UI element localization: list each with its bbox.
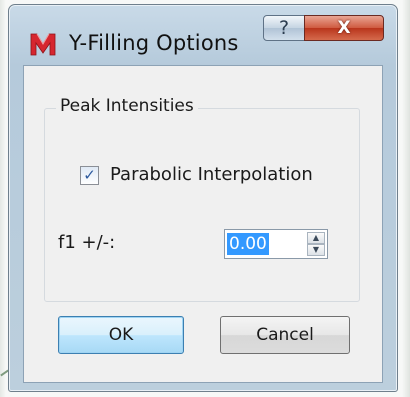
peak-intensities-group <box>44 108 360 302</box>
f1-spinbox[interactable]: 0.00 ▲ ▼ <box>224 229 328 259</box>
help-button[interactable]: ? <box>263 15 305 41</box>
background-edge-left <box>0 0 6 397</box>
checkmark-icon: ✓ <box>83 166 96 184</box>
parabolic-interpolation-checkbox[interactable]: ✓ <box>80 166 99 185</box>
cancel-button[interactable]: Cancel <box>220 316 350 354</box>
spin-up-icon[interactable]: ▲ <box>307 232 325 244</box>
background-edge-right <box>402 0 410 397</box>
title-bar[interactable]: Y-Filling Options ? X <box>9 5 397 63</box>
help-icon: ? <box>278 17 290 39</box>
f1-label: f1 +/-: <box>58 232 116 253</box>
close-button[interactable]: X <box>304 15 384 41</box>
screen: Y-Filling Options ? X Peak Intensities ✓… <box>0 0 410 397</box>
spin-down-icon[interactable]: ▼ <box>307 244 325 256</box>
f1-value-input[interactable]: 0.00 <box>227 233 269 255</box>
spin-down-glyph: ▼ <box>312 245 320 254</box>
close-icon: X <box>337 18 351 38</box>
dialog-body: Peak Intensities ✓ Parabolic Interpolati… <box>23 65 383 383</box>
dialog-window: Y-Filling Options ? X Peak Intensities ✓… <box>8 4 398 392</box>
spin-up-glyph: ▲ <box>312 233 320 242</box>
ok-button[interactable]: OK <box>58 316 184 354</box>
parabolic-interpolation-label[interactable]: Parabolic Interpolation <box>110 164 313 185</box>
group-title: Peak Intensities <box>56 96 198 116</box>
window-title: Y-Filling Options <box>69 31 239 55</box>
app-logo-icon <box>30 33 56 56</box>
